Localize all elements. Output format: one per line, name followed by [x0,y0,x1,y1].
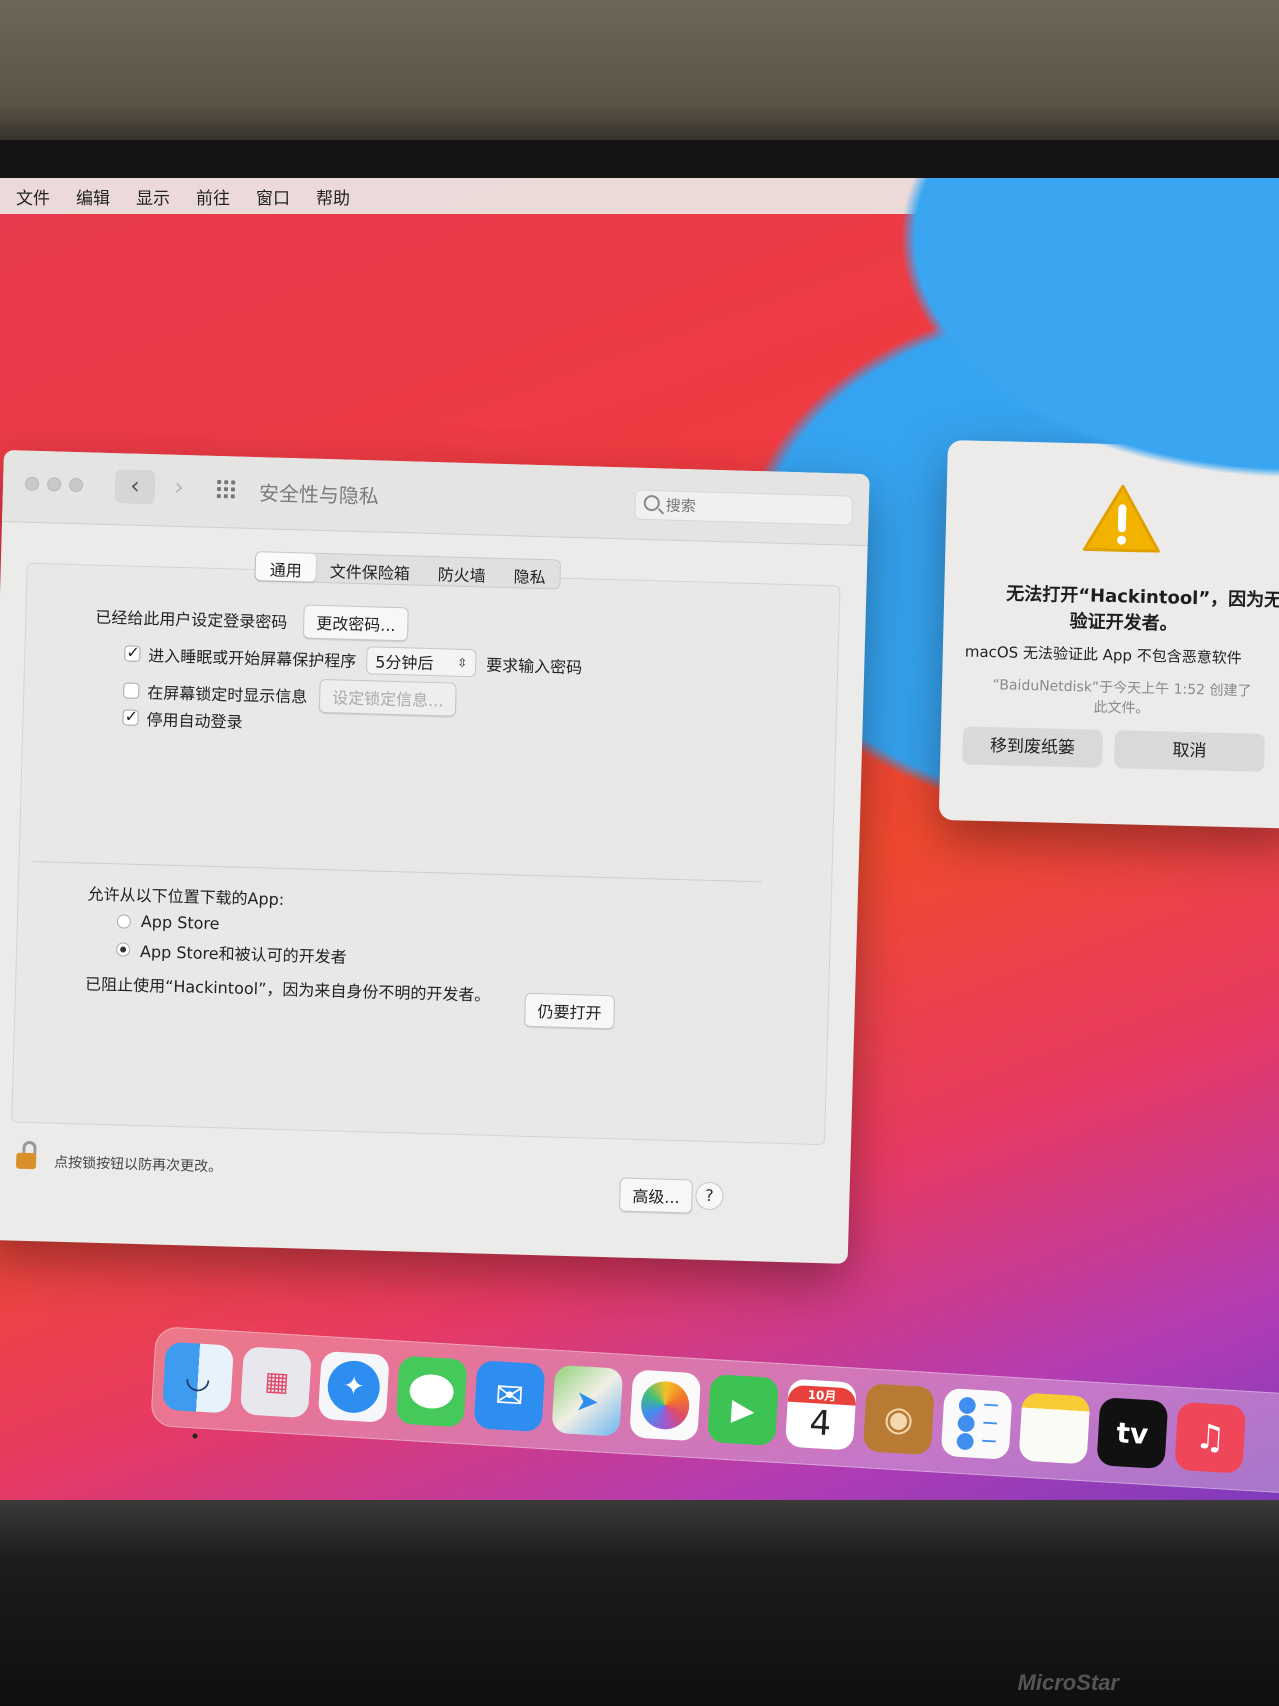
forward-button[interactable]: › [159,470,200,505]
radio-app-store-label: App Store [140,912,220,934]
messages-icon[interactable] [395,1355,468,1428]
alert-message: macOS 无法验证此 App 不包含恶意软件 [964,642,1242,668]
tab-filevault[interactable]: 文件保险箱 [315,554,424,585]
security-privacy-window: ‹ › 安全性与隐私 通用 文件保险箱 防火墙 隐私 已经给此用户设定登录密码 … [0,450,870,1264]
menu-go[interactable]: 前往 [196,184,230,209]
monitor-brand-logo: MicroStar [1017,1670,1119,1695]
disable-autologin-label: 停用自动登录 [146,710,243,732]
menu-bar: 文件 编辑 显示 前往 窗口 帮助 [0,178,1279,214]
mail-icon[interactable]: ✉ [473,1360,546,1433]
unverified-developer-alert: 无法打开“Hackintool”，因为无 验证开发者。 macOS 无法验证此 … [938,440,1279,829]
search-field[interactable] [634,489,854,526]
dock: ◡ ▦ ✦ ✉ ➤ ▶ 10月 4 ◉ ● ─ ● ─ ● ─ tv ♫ [150,1326,1279,1495]
tab-general[interactable]: 通用 [255,552,317,582]
lock-icon[interactable] [15,1140,39,1170]
disable-autologin-row: 停用自动登录 [122,705,243,732]
disable-autologin-checkbox[interactable] [122,709,139,726]
finder-icon[interactable]: ◡ [162,1341,234,1439]
menu-help[interactable]: 帮助 [316,184,350,209]
show-message-label: 在屏幕锁定时显示信息 [147,683,308,707]
back-button[interactable]: ‹ [114,469,156,505]
require-password-checkbox[interactable] [124,645,141,662]
updown-chevron-icon: ⇳ [456,655,468,671]
require-password-suffix: 要求输入密码 [485,655,583,678]
menu-window[interactable]: 窗口 [256,184,290,209]
show-message-checkbox[interactable] [123,682,140,699]
calendar-icon[interactable]: 10月 4 [784,1378,857,1451]
zoom-window-button[interactable] [68,477,84,493]
window-titlebar: ‹ › 安全性与隐私 [1,450,870,547]
menu-edit[interactable]: 编辑 [76,184,110,209]
show-all-grid-icon[interactable] [216,479,239,499]
minimize-window-button[interactable] [46,477,62,492]
help-button[interactable]: ? [695,1181,724,1211]
menu-file[interactable]: 文件 [16,184,50,209]
alert-source-info: “BaiduNetdisk”于今天上午 1:52 创建了 此文件。 [971,675,1272,722]
chevron-right-icon: › [173,472,185,502]
launchpad-icon[interactable]: ▦ [239,1346,312,1419]
calendar-month: 10月 [787,1384,857,1406]
chevron-left-icon: ‹ [129,471,141,500]
require-password-label: 进入睡眠或开始屏幕保护程序 [148,646,357,671]
warning-icon [1082,484,1160,553]
cancel-button[interactable]: 取消 [1114,730,1265,772]
desktop-screen: 文件 编辑 显示 前往 窗口 帮助 ‹ › 安全性与隐私 通 [0,178,1279,1518]
search-icon [643,494,660,512]
reminders-icon[interactable]: ● ─ ● ─ ● ─ [940,1387,1013,1460]
set-lock-message-button[interactable]: 设定锁定信息... [318,678,457,717]
photos-icon[interactable] [629,1369,702,1442]
calendar-day: 4 [808,1402,833,1444]
move-to-trash-button[interactable]: 移到废纸篓 [962,726,1103,768]
safari-icon[interactable]: ✦ [317,1350,390,1423]
radio-app-store[interactable] [116,913,132,929]
require-password-delay-select[interactable]: 5分钟后 ⇳ [365,646,477,678]
maps-icon[interactable]: ➤ [551,1364,624,1437]
alert-title: 无法打开“Hackintool”，因为无 验证开发者。 [963,580,1279,641]
contacts-icon[interactable]: ◉ [862,1383,935,1456]
login-password-label: 已经给此用户设定登录密码 [95,607,288,632]
radio-app-store-row[interactable]: App Store [116,911,220,934]
open-anyway-button[interactable]: 仍要打开 [524,992,616,1030]
search-input[interactable] [665,494,846,522]
music-icon[interactable]: ♫ [1174,1401,1247,1474]
monitor-bezel-top [0,140,1279,180]
lock-hint: 点按锁按钮以防再次更改。 [53,1154,223,1176]
menu-view[interactable]: 显示 [136,184,170,209]
window-title: 安全性与隐私 [258,481,380,509]
running-indicator [192,1433,198,1439]
advanced-button[interactable]: 高级... [618,1177,694,1214]
background-wall [0,0,1279,150]
tab-firewall[interactable]: 防火墙 [423,557,500,587]
tab-privacy[interactable]: 隐私 [499,559,560,589]
require-password-delay-value: 5分钟后 [374,652,434,674]
appletv-icon[interactable]: tv [1096,1397,1169,1470]
facetime-icon[interactable]: ▶ [707,1374,780,1446]
notes-icon[interactable] [1018,1392,1091,1465]
change-password-button[interactable]: 更改密码... [302,604,410,642]
radio-identified-developers[interactable] [115,942,131,957]
close-window-button[interactable] [24,476,40,491]
appletv-label: tv [1115,1415,1150,1451]
